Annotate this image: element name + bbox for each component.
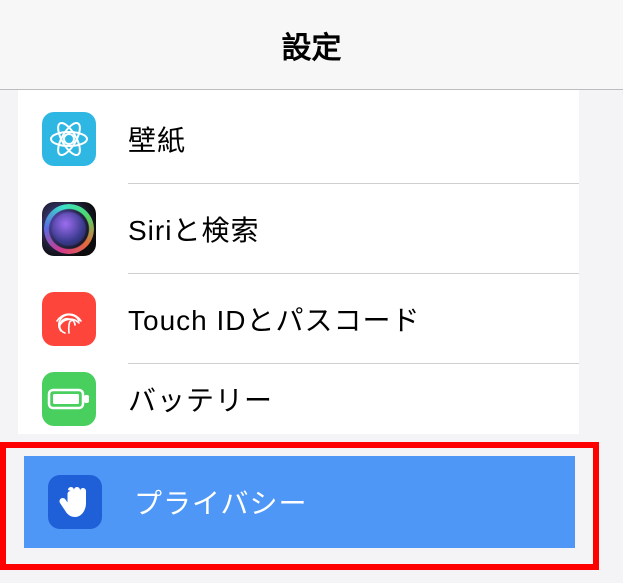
wallpaper-icon	[42, 112, 96, 166]
settings-row-battery[interactable]: バッテリー	[18, 364, 579, 434]
annotation-highlight-frame: プライバシー	[0, 442, 599, 570]
siri-icon	[42, 202, 96, 256]
settings-row-label: プライバシー	[134, 482, 307, 522]
settings-row-label: Touch IDとパスコード	[128, 299, 421, 339]
settings-row-privacy[interactable]: プライバシー	[24, 456, 575, 548]
settings-row-touchid[interactable]: Touch IDとパスコード	[18, 274, 579, 364]
battery-icon	[42, 372, 96, 426]
settings-row-siri[interactable]: Siriと検索	[18, 184, 579, 274]
settings-row-wallpaper[interactable]: 壁紙	[18, 94, 579, 184]
page-title: 設定	[282, 23, 342, 67]
settings-list: 壁紙 Siriと検索 Touch IDとパスコード	[18, 90, 579, 434]
settings-header: 設定	[0, 0, 623, 90]
settings-row-label: バッテリー	[128, 379, 273, 419]
hand-icon	[48, 475, 102, 529]
fingerprint-icon	[42, 292, 96, 346]
settings-row-label: Siriと検索	[128, 209, 259, 249]
settings-row-label: 壁紙	[128, 119, 186, 159]
